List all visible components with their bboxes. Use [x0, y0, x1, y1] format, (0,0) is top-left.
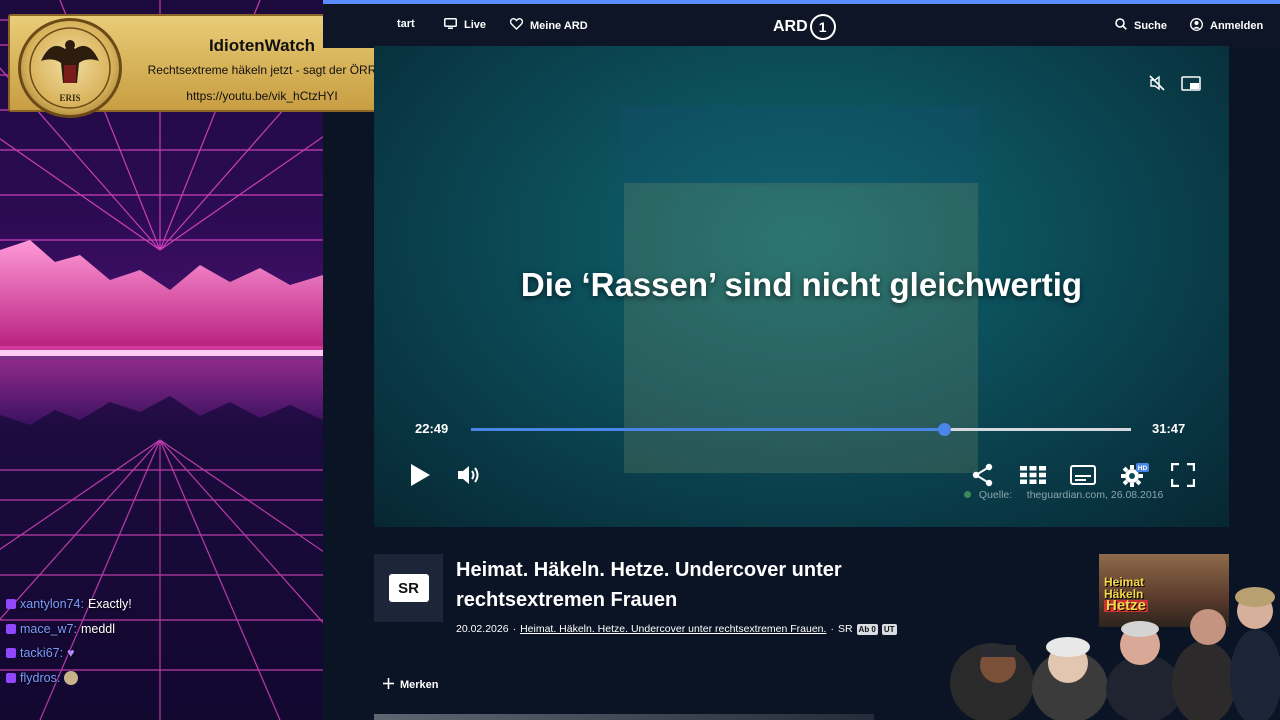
chat-username: tacki67:: [20, 646, 64, 661]
subtitle-badge: UT: [881, 623, 897, 635]
settings-gear-icon[interactable]: HD: [1121, 462, 1149, 493]
nav-search-label: Suche: [1134, 19, 1168, 32]
episode-date: 20.02.2026: [456, 623, 509, 635]
eris-emblem-icon: ERIS: [18, 18, 122, 118]
subtitles-icon[interactable]: [1070, 465, 1096, 490]
current-time: 22:49: [415, 421, 449, 436]
video-subtitle: Die ‘Rassen’ sind nicht gleichwertig: [520, 266, 1083, 303]
chat-message: tacki67: ♥: [6, 641, 306, 666]
progress-bar[interactable]: [471, 423, 1131, 436]
series-link[interactable]: Heimat. Häkeln. Hetze. Undercover unter …: [520, 623, 826, 635]
chat-text: meddl: [80, 621, 116, 636]
tv-icon: [444, 18, 457, 32]
ard-one-icon: 1: [809, 14, 836, 40]
mute-off-icon[interactable]: [1149, 75, 1165, 96]
chat-message: flydros:: [6, 666, 306, 691]
meta-separator: ·: [830, 623, 834, 635]
heart-emote-icon: ♥: [67, 646, 75, 661]
progress-fill: [471, 428, 945, 431]
meta-separator: ·: [512, 623, 517, 635]
search-icon: [1115, 18, 1127, 33]
video-frame-header: [622, 106, 978, 186]
nav-live-label: Live: [464, 19, 487, 31]
description-text-cutoff: [374, 714, 874, 720]
age-rating-badge: Ab 0: [856, 623, 878, 635]
banner-url: https://youtu.be/vik_hCtzHYI: [186, 89, 338, 103]
chat-username: flydros:: [20, 670, 61, 685]
episode-meta: 20.02.2026 · Heimat. Häkeln. Hetze. Unde…: [456, 623, 897, 635]
merken-button[interactable]: Merken: [383, 678, 439, 692]
face-emote-icon: [64, 670, 79, 685]
volume-icon[interactable]: [457, 464, 483, 491]
nav-start[interactable]: tart: [397, 18, 415, 30]
episode-title: Heimat. Häkeln. Hetze. Undercover unter …: [456, 559, 842, 611]
fullscreen-icon[interactable]: [1170, 462, 1196, 492]
channel-logo[interactable]: SR: [374, 554, 443, 622]
sr-logo-text: SR: [388, 574, 429, 602]
nav-start-label: tart: [397, 18, 415, 30]
plus-icon: [383, 678, 394, 692]
nav-login-label: Anmelden: [1210, 20, 1264, 32]
chat-username: mace_w7:: [20, 621, 77, 636]
merken-label: Merken: [400, 679, 439, 691]
nav-meine-ard[interactable]: Meine ARD: [509, 18, 588, 33]
banner-subtitle: Rechtsextreme häkeln jetzt - sagt der ÖR…: [147, 63, 377, 77]
hd-badge: HD: [1138, 465, 1148, 472]
nav-live[interactable]: Live: [444, 18, 486, 32]
chat-username: xantylon74:: [20, 597, 84, 612]
nav-search[interactable]: Suche: [1115, 18, 1167, 33]
share-icon[interactable]: [971, 463, 995, 492]
heart-icon: [509, 18, 524, 33]
chat-message: mace_w7: meddl: [6, 617, 306, 642]
episode-channel: SR: [837, 623, 853, 635]
video-player[interactable]: Die ‘Rassen’ sind nicht gleichwertig 22:…: [374, 46, 1229, 527]
stream-chat: xantylon74: Exactly! mace_w7: meddl tack…: [6, 592, 306, 690]
ard-top-nav: tart Live Meine ARD ARD 1 Suche Anmelden: [323, 0, 1280, 48]
nav-login[interactable]: Anmelden: [1190, 18, 1263, 34]
ard-logo-text: ARD: [773, 18, 808, 35]
picture-in-picture-icon[interactable]: [1181, 76, 1201, 96]
chat-badge-icon: [6, 623, 16, 634]
ard-logo[interactable]: ARD 1: [773, 14, 836, 40]
chat-badge-icon: [6, 648, 16, 659]
play-icon[interactable]: [409, 463, 431, 492]
chapters-grid-icon[interactable]: [1020, 466, 1046, 489]
chat-message: xantylon74: Exactly!: [6, 592, 306, 617]
duration: 31:47: [1152, 421, 1186, 436]
svg-text:ERIS: ERIS: [59, 93, 80, 103]
chat-text: Exactly!: [87, 597, 132, 612]
chat-badge-icon: [6, 599, 16, 610]
streamer-people-overlay: [950, 587, 1280, 720]
chat-badge-icon: [6, 672, 16, 683]
user-icon: [1190, 18, 1203, 34]
nav-meine-ard-label: Meine ARD: [530, 19, 588, 32]
source-dot-icon: [964, 491, 971, 498]
